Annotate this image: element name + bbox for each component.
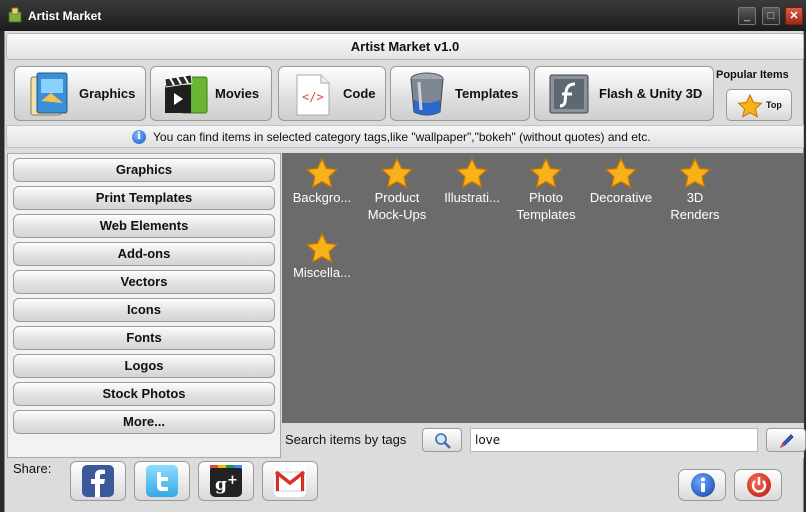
search-button[interactable]	[422, 428, 462, 452]
window-title: Artist Market	[28, 9, 102, 23]
gallery-item-label-2: Renders	[670, 207, 720, 222]
search-bar: Search items by tags	[282, 423, 806, 458]
maximize-button[interactable]: □	[762, 7, 780, 25]
gallery-item-label-2: Templates	[516, 207, 576, 222]
sidebar-item-vectors[interactable]: Vectors	[13, 270, 275, 294]
svg-text:</>: </>	[302, 90, 324, 104]
info-text: You can find items in selected category …	[153, 130, 651, 144]
sidebar-item-fonts[interactable]: Fonts	[13, 326, 275, 350]
graphics-book-icon	[30, 72, 68, 116]
power-exit-button[interactable]	[734, 469, 782, 501]
star-icon	[380, 157, 414, 189]
star-icon	[737, 94, 763, 118]
category-flash-unity-button[interactable]: Flash & Unity 3D	[534, 66, 714, 121]
google-plus-icon: g +	[210, 465, 242, 497]
category-label: Movies	[215, 86, 260, 101]
star-icon	[305, 157, 339, 189]
sidebar-item-print-templates[interactable]: Print Templates	[13, 186, 275, 210]
info-bar: i You can find items in selected categor…	[6, 125, 804, 148]
info-icon	[691, 473, 715, 497]
sidebar-item-add-ons[interactable]: Add-ons	[13, 242, 275, 266]
gallery-item-decorative[interactable]: Decorative	[583, 157, 659, 207]
category-label: Code	[343, 86, 376, 101]
star-icon	[305, 232, 339, 264]
search-input[interactable]	[470, 428, 758, 452]
sidebar-item-web-elements[interactable]: Web Elements	[13, 214, 275, 238]
top-label: Top	[766, 100, 782, 110]
eraser-pen-icon	[779, 434, 794, 449]
app-title: Artist Market v1.0	[6, 33, 804, 60]
gallery-item-label: Photo	[529, 190, 563, 205]
svg-text:g: g	[215, 475, 227, 495]
gallery-item-label: 3D	[686, 190, 704, 205]
code-document-icon: </>	[296, 74, 330, 116]
sidebar-item-icons[interactable]: Icons	[13, 298, 275, 322]
share-label: Share:	[13, 461, 52, 476]
star-icon	[455, 157, 489, 189]
gallery-item-illustrations[interactable]: Illustrati...	[434, 157, 510, 207]
sidebar-item-stock-photos[interactable]: Stock Photos	[13, 382, 275, 406]
gallery-item-3d-renders[interactable]: 3D Renders	[657, 157, 733, 223]
clear-search-button[interactable]	[766, 428, 806, 452]
category-label: Graphics	[79, 86, 136, 101]
gallery-item-photo-templates[interactable]: Photo Templates	[508, 157, 584, 223]
share-twitter-button[interactable]	[134, 461, 190, 501]
sidebar-item-more[interactable]: More...	[13, 410, 275, 434]
gallery-item-label: Illustrati...	[444, 190, 500, 205]
share-facebook-button[interactable]	[70, 461, 126, 501]
category-templates-button[interactable]: Templates	[390, 66, 530, 121]
star-icon	[529, 157, 563, 189]
share-gmail-button[interactable]	[262, 461, 318, 501]
app-icon	[8, 7, 22, 23]
gallery-item-backgrounds[interactable]: Backgro...	[284, 157, 360, 207]
category-label: Flash & Unity 3D	[599, 86, 703, 101]
power-icon	[747, 473, 771, 497]
facebook-icon	[82, 465, 114, 497]
star-icon	[678, 157, 712, 189]
close-button[interactable]: ✕	[785, 7, 803, 25]
category-movies-button[interactable]: Movies	[150, 66, 272, 121]
gallery-item-label-2: Mock-Ups	[367, 207, 427, 222]
twitter-icon	[146, 465, 178, 497]
top-items-button[interactable]: Top	[726, 89, 792, 121]
sidebar-item-graphics[interactable]: Graphics	[13, 158, 275, 182]
category-sidebar: Graphics Print Templates Web Elements Ad…	[7, 153, 281, 458]
info-icon: i	[132, 130, 146, 144]
gmail-icon	[274, 465, 306, 497]
film-clapper-icon	[164, 74, 208, 114]
gallery-item-product-mockups[interactable]: Product Mock-Ups	[359, 157, 435, 223]
window-titlebar[interactable]: Artist Market _ □ ✕	[0, 0, 806, 31]
star-icon	[604, 157, 638, 189]
search-icon	[435, 433, 451, 449]
subcategory-gallery: Backgro... Product Mock-Ups Illustrati..…	[282, 153, 804, 423]
search-label: Search items by tags	[285, 432, 407, 447]
category-code-button[interactable]: </> Code	[278, 66, 386, 121]
flash-icon	[549, 74, 589, 114]
about-button[interactable]	[678, 469, 726, 501]
sidebar-item-logos[interactable]: Logos	[13, 354, 275, 378]
category-label: Templates	[455, 86, 519, 101]
svg-text:+: +	[227, 473, 238, 488]
gallery-item-label: Backgro...	[292, 190, 352, 205]
share-google-plus-button[interactable]: g +	[198, 461, 254, 501]
minimize-button[interactable]: _	[738, 7, 756, 25]
gallery-item-label: Decorative	[589, 190, 653, 205]
gallery-item-miscellaneous[interactable]: Miscella...	[284, 232, 360, 282]
category-graphics-button[interactable]: Graphics	[14, 66, 146, 121]
gallery-item-label: Miscella...	[293, 265, 351, 280]
paint-bucket-icon	[410, 72, 444, 116]
popular-items-label: Popular Items	[716, 69, 789, 81]
gallery-item-label: Product	[374, 190, 420, 205]
